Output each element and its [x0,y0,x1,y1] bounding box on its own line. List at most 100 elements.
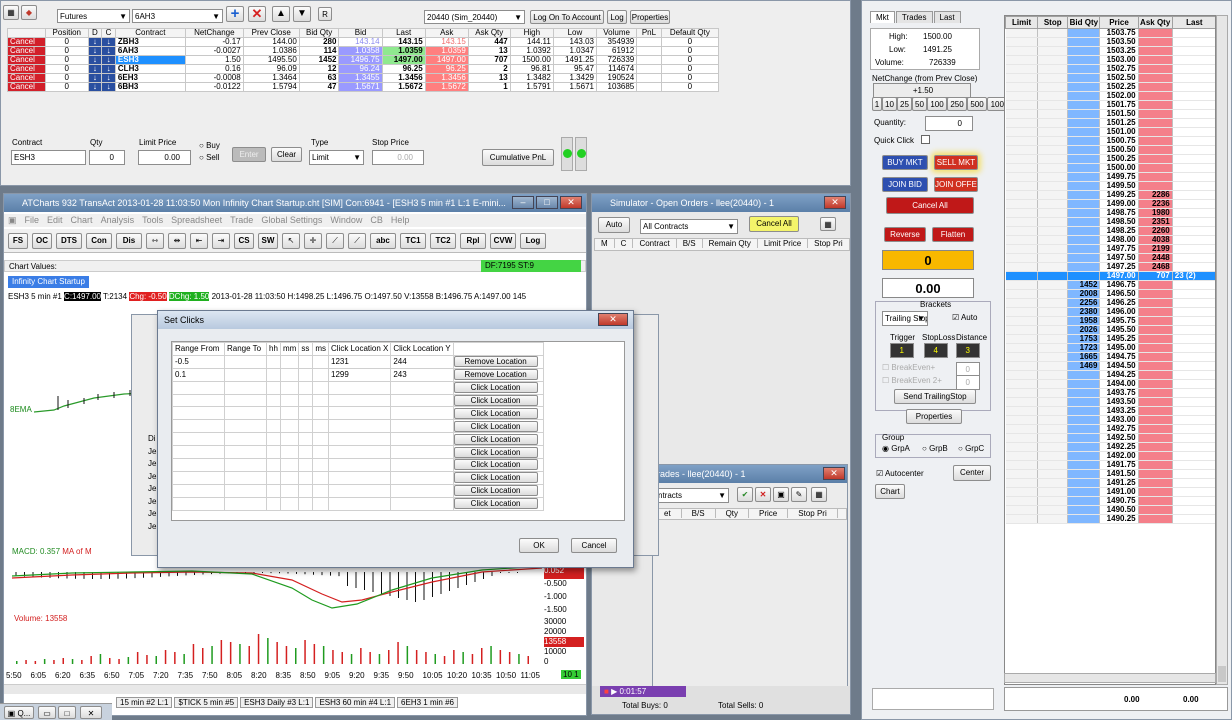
ladder-limit-cell[interactable] [1005,199,1039,209]
range-from-cell[interactable] [172,470,225,485]
click-y-cell[interactable]: 244 [390,354,454,369]
grid-icon[interactable]: ▦ [3,5,19,20]
click-location-button[interactable]: Click Location [453,382,538,394]
qty-preset-button[interactable]: 250 [947,97,967,111]
cancel-all-button[interactable]: Cancel All [886,197,974,214]
account-select[interactable]: 20440 (Sim_20440) ▼ [424,10,525,24]
ladder-stop-cell[interactable] [1037,478,1069,488]
ladder-limit-cell[interactable] [1005,190,1039,200]
range-from-cell[interactable] [172,496,225,511]
ladder-limit-cell[interactable] [1005,487,1039,497]
chart-tool-log-button[interactable]: Log [520,233,546,249]
ladder-ask-cell[interactable] [1138,82,1173,92]
chart-menu-item[interactable]: Tools [138,215,167,225]
ss-cell[interactable] [298,354,314,369]
ladder-stop-cell[interactable] [1037,55,1069,65]
range-from-cell[interactable] [172,406,225,421]
ladder-bid-cell[interactable] [1067,181,1101,191]
autocenter-checkbox[interactable]: ☑ Autocenter [876,469,924,478]
dom-tab[interactable]: Trades [895,11,933,23]
ladder-limit-cell[interactable] [1005,226,1039,236]
hh-cell[interactable] [266,354,281,369]
ladder-ask-cell[interactable] [1138,109,1173,119]
ladder-ask-cell[interactable] [1138,352,1173,362]
reverse-button[interactable]: Reverse [884,227,926,242]
ladder-ask-cell[interactable] [1138,127,1173,137]
ladder-bid-cell[interactable] [1067,190,1101,200]
ladder-limit-cell[interactable] [1005,73,1039,83]
hh-cell[interactable] [266,483,281,498]
ladder-bid-cell[interactable] [1067,397,1101,407]
click-y-cell[interactable] [390,470,454,485]
join-bid-button[interactable]: JOIN BID [882,177,928,192]
chart-tool-cvw-button[interactable]: CVW [490,233,516,249]
ladder-stop-cell[interactable] [1037,514,1069,524]
buy-market-button[interactable]: BUY MKT [882,155,928,170]
click-x-cell[interactable] [327,380,392,395]
ladder-bid-cell[interactable] [1067,442,1101,452]
ladder-ask-cell[interactable] [1138,469,1173,479]
ladder-bid-cell[interactable] [1067,82,1101,92]
draw-tool-icon[interactable]: ⟋ [326,233,344,249]
ladder-hscroll[interactable] [1004,673,1216,683]
ladder-ask-cell[interactable] [1138,280,1173,290]
maximize-icon[interactable]: □ [536,196,558,209]
ladder-scrollbar[interactable] [1216,15,1228,685]
orders-header-cell[interactable]: Limit Price [757,239,809,248]
ms-cell[interactable] [312,496,329,511]
ladder-stop-cell[interactable] [1037,163,1069,173]
ladder-stop-cell[interactable] [1037,136,1069,146]
hh-cell[interactable] [266,380,281,395]
ss-cell[interactable] [298,432,314,447]
qty-preset-button[interactable]: 10 [882,97,897,111]
ladder-stop-cell[interactable] [1037,442,1069,452]
chart-tab[interactable]: ESH3 Daily #3 L:1 [240,697,314,708]
clear-button[interactable]: Clear [271,147,302,162]
ladder-limit-cell[interactable] [1005,91,1039,101]
log-on-button[interactable]: Log On To Account [530,10,604,24]
ladder-ask-cell[interactable] [1138,505,1173,515]
ladder-bid-cell[interactable] [1067,451,1101,461]
hh-cell[interactable] [266,458,281,472]
click-y-cell[interactable] [390,445,454,460]
log-button[interactable]: Log [607,10,627,24]
ss-cell[interactable] [298,367,314,382]
dom-tab[interactable]: Mkt [870,11,895,23]
ms-cell[interactable] [312,367,329,382]
click-x-cell[interactable]: 1299 [327,367,392,382]
ms-cell[interactable] [312,445,329,460]
ladder-stop-cell[interactable] [1037,37,1069,47]
oe-type-select[interactable]: Limit ▼ [309,150,364,165]
hh-cell[interactable] [266,470,281,485]
center-button[interactable]: Center [953,465,991,481]
scroll-thumb[interactable] [1218,666,1226,682]
ms-cell[interactable] [312,458,329,472]
move-up-icon[interactable]: ▲ [272,6,290,22]
quote-row[interactable]: Cancel 0 ↓ ↓ 6BH3 -0.0122 1.5794 47 1.5671 1.5672… [7,82,720,92]
chart-nav-icon[interactable]: ⇤ [190,233,208,249]
ladder-ask-cell[interactable] [1138,415,1173,425]
chart-tool-dis-button[interactable]: Dis [116,233,142,249]
join-offer-button[interactable]: JOIN OFFER [934,177,978,192]
ladder-ask-cell[interactable] [1138,46,1173,56]
click-y-cell[interactable] [390,483,454,498]
ladder-stop-cell[interactable] [1037,262,1069,272]
chart-nav-icon[interactable]: ⇿ [146,233,164,249]
click-location-button[interactable]: Click Location [453,446,538,458]
ss-cell[interactable] [298,445,314,460]
trades-header-cell[interactable]: B/S [681,509,716,518]
ask-cell[interactable]: 1.5672 [424,82,469,92]
ss-cell[interactable] [298,393,314,408]
chart-tool-tc1-button[interactable]: TC1 [400,233,426,249]
click-x-cell[interactable] [327,432,392,447]
click-y-cell[interactable] [390,419,454,434]
delete-icon[interactable]: ✕ [248,6,266,22]
range-to-cell[interactable] [224,432,267,447]
hh-cell[interactable] [266,406,281,421]
hh-cell[interactable] [266,393,281,408]
ladder-limit-cell[interactable] [1005,100,1039,110]
chart-menu-item[interactable]: Analysis [97,215,139,225]
ladder-stop-cell[interactable] [1037,217,1069,227]
ladder-ask-cell[interactable] [1138,298,1173,308]
chart-tab[interactable]: 6EH3 1 min #6 [397,697,458,708]
